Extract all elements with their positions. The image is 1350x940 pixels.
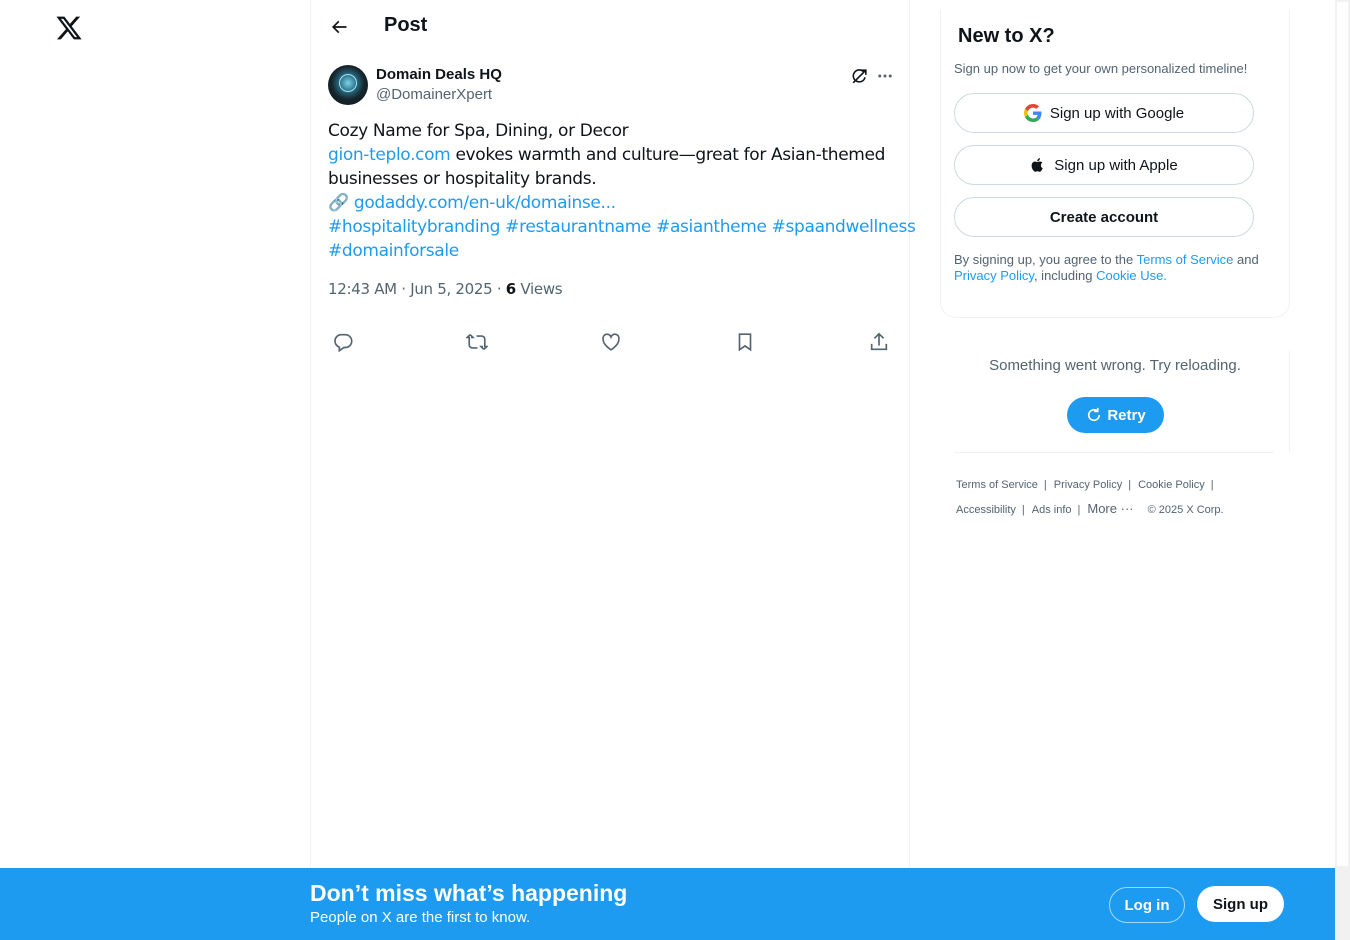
- post-actions: [328, 328, 894, 356]
- repost-button[interactable]: [463, 328, 491, 356]
- signup-google-label: Sign up with Google: [1049, 104, 1185, 122]
- page-title: Post: [384, 14, 428, 36]
- share-button[interactable]: [865, 328, 893, 356]
- terms-text: By signing up, you agree to the: [954, 252, 1137, 267]
- avatar[interactable]: [328, 65, 368, 105]
- footer-more-label: More: [1087, 501, 1117, 516]
- retry-label: Retry: [1107, 406, 1146, 424]
- repost-icon: [466, 333, 488, 351]
- url-link[interactable]: godaddy.com/en-uk/domainse...: [354, 193, 616, 213]
- ellipsis-icon: ···: [1120, 501, 1134, 516]
- scrollbar[interactable]: [1335, 0, 1350, 940]
- more-button[interactable]: [874, 65, 896, 87]
- main-column: Post Domain Deals HQ @DomainerXpert Cozy…: [310, 0, 916, 868]
- retry-button[interactable]: Retry: [1067, 397, 1164, 433]
- signup-subtitle: Sign up now to get your own personalized…: [954, 61, 1248, 76]
- terms-link[interactable]: Terms of Service: [1137, 252, 1234, 267]
- like-button[interactable]: [597, 328, 625, 356]
- error-message: Something went wrong. Try reloading.: [989, 357, 1241, 374]
- footer-accessibility-link[interactable]: Accessibility: [956, 504, 1016, 516]
- post-line: evokes warmth and culture—great for Asia…: [450, 145, 886, 165]
- login-banner: Don’t miss what’s happening People on X …: [0, 868, 1335, 940]
- footer-more-button[interactable]: More ···: [1087, 501, 1133, 516]
- reply-button[interactable]: [329, 328, 357, 356]
- footer-separator: |: [1077, 504, 1081, 516]
- hashtag-link[interactable]: #domainforsale: [328, 241, 459, 261]
- post-meta: 12:43 AM · Jun 5, 2025 · 6 Views: [328, 280, 563, 298]
- back-button[interactable]: [325, 13, 353, 41]
- terms-text: , including: [1033, 268, 1097, 283]
- google-icon: [1023, 104, 1042, 122]
- signup-card: New to X? Sign up now to get your own pe…: [940, 10, 1290, 318]
- post-line: businesses or hospitality brands.: [328, 169, 597, 189]
- create-account-label: Create account: [1049, 208, 1159, 226]
- share-icon: [870, 332, 888, 351]
- footer-privacy-link[interactable]: Privacy Policy: [1054, 479, 1122, 491]
- views-label: Views: [515, 280, 563, 298]
- create-account-button[interactable]: Create account: [954, 197, 1254, 237]
- bookmark-button[interactable]: [731, 328, 759, 356]
- hashtag-link[interactable]: #restaurantname: [505, 217, 651, 237]
- divider: [954, 452, 1274, 453]
- footer-separator: |: [1128, 479, 1132, 491]
- hashtag-link[interactable]: #spaandwellness: [772, 217, 916, 237]
- footer-terms-link[interactable]: Terms of Service: [956, 479, 1038, 491]
- copyright: © 2025 X Corp.: [1147, 504, 1224, 516]
- post-line: Cozy Name for Spa, Dining, or Decor: [328, 121, 629, 141]
- banner-subtitle: People on X are the first to know.: [310, 909, 531, 926]
- hashtag-link[interactable]: #asiantheme: [656, 217, 767, 237]
- footer-ads-link[interactable]: Ads info: [1032, 504, 1072, 516]
- ellipsis-icon: [878, 74, 892, 78]
- signup-terms: By signing up, you agree to the Terms of…: [954, 252, 1284, 284]
- signup-title: New to X?: [958, 25, 1055, 47]
- footer-cookie-link[interactable]: Cookie Policy: [1138, 479, 1205, 491]
- trends-error: Something went wrong. Try reloading. Ret…: [940, 350, 1290, 452]
- signup-button[interactable]: Sign up: [1197, 886, 1284, 922]
- arrow-left-icon: [331, 20, 347, 34]
- author-handle[interactable]: @DomainerXpert: [376, 86, 492, 103]
- footer-links: Terms of Service | Privacy Policy | Cookie P…: [956, 473, 1286, 522]
- signup-apple-label: Sign up with Apple: [1054, 156, 1178, 174]
- cookie-link[interactable]: Cookie Use.: [1096, 268, 1167, 283]
- link-emoji: 🔗: [328, 193, 349, 213]
- author-name[interactable]: Domain Deals HQ: [376, 66, 502, 83]
- footer-separator: |: [1043, 479, 1047, 491]
- signup-apple-button[interactable]: Sign up with Apple: [954, 145, 1254, 185]
- post-header: Post: [311, 0, 909, 54]
- hashtag-link[interactable]: #hospitalitybranding: [328, 217, 500, 237]
- post-author: Domain Deals HQ @DomainerXpert: [328, 65, 894, 107]
- footer-separator: |: [1210, 479, 1214, 491]
- grok-icon: [852, 68, 867, 83]
- domain-link[interactable]: gion-teplo.com: [328, 145, 451, 165]
- scrollbar-thumb[interactable]: [1337, 2, 1348, 866]
- post-timestamp[interactable]: 12:43 AM · Jun 5, 2025 ·: [328, 280, 506, 298]
- x-logo-icon[interactable]: [54, 14, 84, 42]
- login-button[interactable]: Log in: [1109, 887, 1185, 923]
- heart-icon: [602, 333, 620, 351]
- signup-google-button[interactable]: Sign up with Google: [954, 93, 1254, 133]
- apple-icon: [1030, 156, 1046, 174]
- refresh-icon: [1088, 407, 1101, 422]
- banner-title: Don’t miss what’s happening: [310, 880, 628, 906]
- privacy-link[interactable]: Privacy Policy: [954, 268, 1034, 283]
- reply-icon: [334, 333, 353, 353]
- terms-text: and: [1233, 252, 1259, 267]
- grok-button[interactable]: [848, 65, 870, 87]
- bookmark-icon: [738, 333, 752, 352]
- post-text: Cozy Name for Spa, Dining, or Decor gion…: [328, 119, 916, 263]
- views-count: 6: [505, 280, 516, 298]
- footer-separator: |: [1021, 504, 1025, 516]
